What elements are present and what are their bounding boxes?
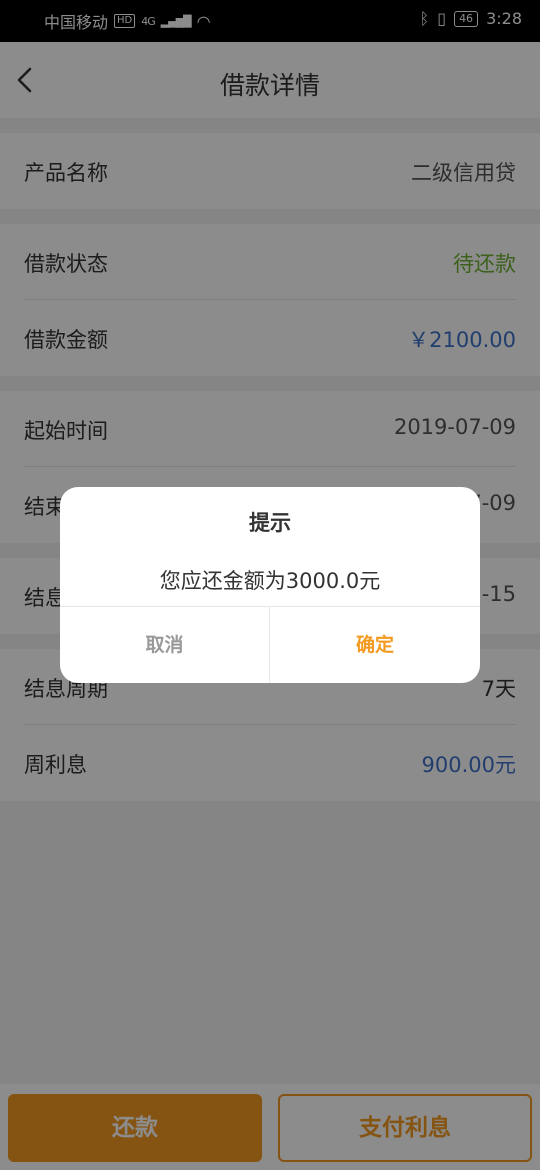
dialog-title: 提示 [249,511,291,535]
confirm-button[interactable]: 确定 [270,607,480,683]
cancel-button[interactable]: 取消 [60,607,269,683]
confirm-dialog: 提示 您应还金额为3000.0元 取消 确定 [60,487,480,683]
dialog-message: 您应还金额为3000.0元 [159,569,381,593]
